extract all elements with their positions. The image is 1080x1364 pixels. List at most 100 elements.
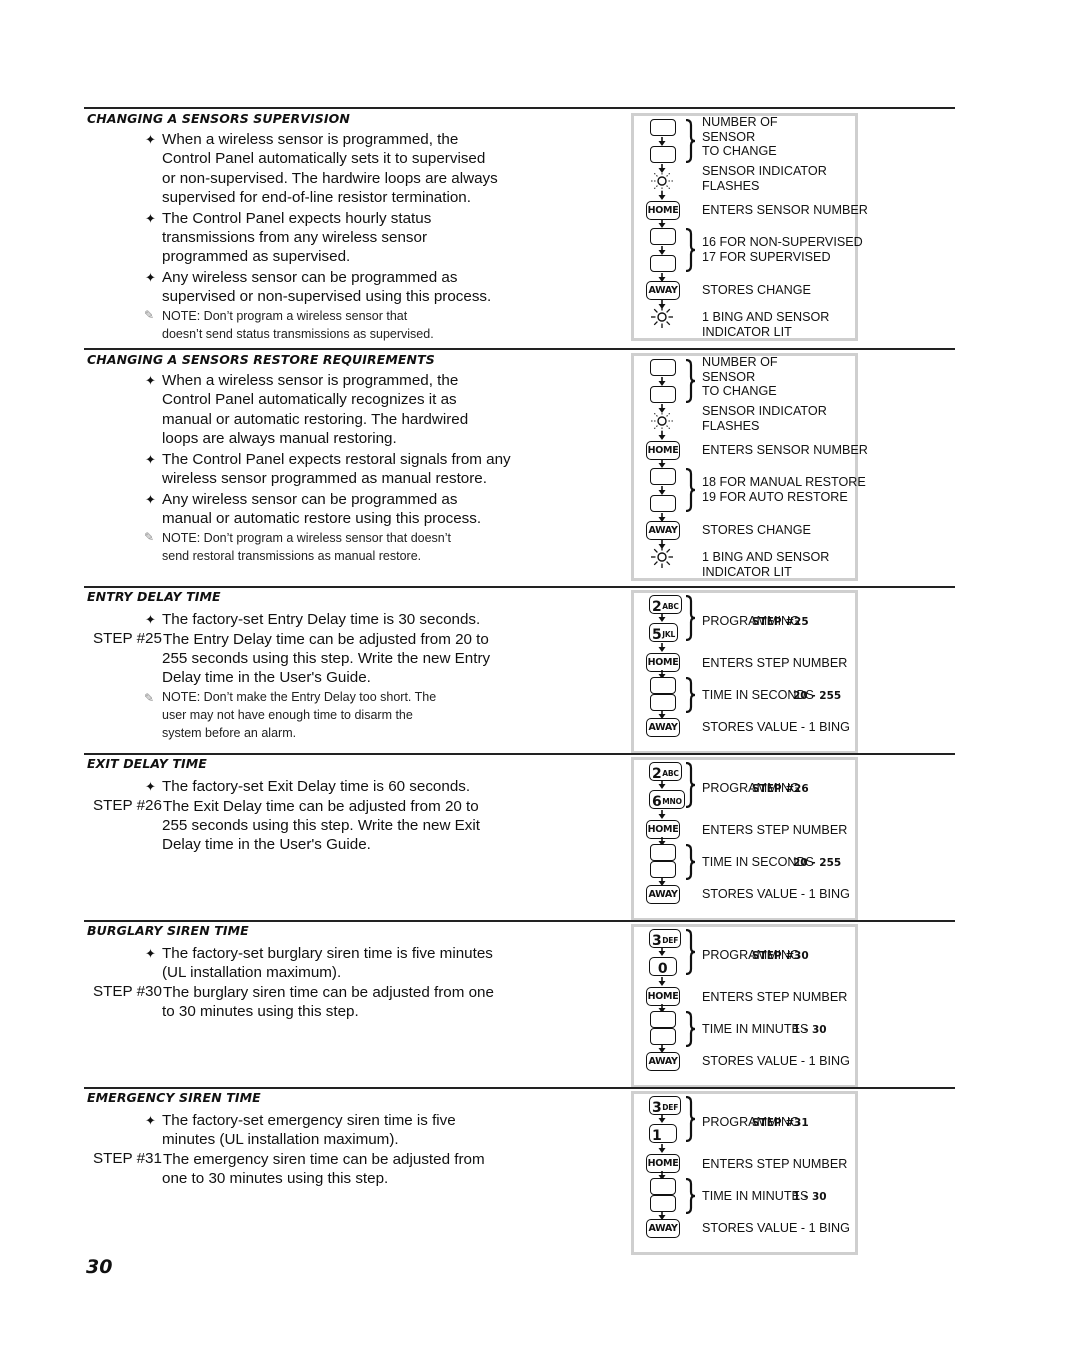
- diagram-label: ENTERS SENSOR NUMBER: [702, 443, 868, 457]
- paragraph-line: loops are always manual restoring.: [162, 429, 397, 447]
- blank-key-button[interactable]: [650, 694, 676, 711]
- home-key-button[interactable]: HOME: [646, 441, 680, 460]
- blank-key-button[interactable]: [650, 1028, 676, 1045]
- blank-key-button[interactable]: [650, 844, 676, 861]
- down-arrow-icon: [658, 613, 666, 622]
- keypad-key2-button[interactable]: 6MNO: [649, 790, 685, 810]
- blank-key-button[interactable]: [650, 1011, 676, 1028]
- blank-key-button[interactable]: [650, 1195, 676, 1212]
- paragraph-line: (UL installation maximum).: [162, 964, 342, 982]
- sensor-indicator-lit-icon: [651, 546, 673, 568]
- away-key-button[interactable]: AWAY: [646, 718, 680, 737]
- away-key-button[interactable]: AWAY: [646, 1052, 680, 1071]
- paragraph-line: The factory-set Exit Delay time is 60 se…: [162, 778, 471, 795]
- diagram-label: 18 FOR MANUAL RESTORE: [702, 475, 866, 489]
- blank-key-button[interactable]: [650, 861, 676, 878]
- brace-icon: [685, 1096, 696, 1142]
- diagram-label: 1 - 30: [793, 1024, 827, 1036]
- diagram-label: ENTERS STEP NUMBER: [702, 1157, 848, 1171]
- diagram-label: ENTERS SENSOR NUMBER: [702, 203, 868, 217]
- page-number: 30: [86, 1256, 113, 1278]
- bullet-icon: ✦: [145, 946, 156, 961]
- keypad-key1-button[interactable]: 2ABC: [649, 762, 682, 782]
- keypad-key2-button[interactable]: 5JKL: [649, 623, 679, 643]
- brace-icon: [685, 119, 696, 163]
- down-arrow-icon: [658, 947, 666, 956]
- away-key-button[interactable]: AWAY: [646, 281, 680, 300]
- diagram-label: STEP #25: [752, 616, 809, 628]
- diagram-label: SENSOR INDICATOR: [702, 404, 827, 418]
- keypad-key2-button[interactable]: 0: [649, 957, 677, 977]
- down-arrow-icon: [658, 431, 666, 440]
- blank-key-button[interactable]: [650, 359, 676, 376]
- paragraph-line: or non-supervised. The hardwire loops ar…: [162, 169, 498, 187]
- keypad-key1-button[interactable]: 3DEF: [649, 1096, 682, 1116]
- brace-icon: [685, 1178, 696, 1214]
- bullet-icon: ✦: [145, 210, 156, 226]
- diagram-label: SENSOR INDICATOR: [702, 164, 827, 178]
- key-digit: 5: [652, 627, 662, 643]
- paragraph-line: Control Panel automatically recognizes i…: [162, 391, 457, 409]
- paragraph-line: manual or automatic restore using this p…: [162, 510, 482, 528]
- diagram-label: INDICATOR LIT: [702, 564, 792, 579]
- step-number-label: STEP #30: [93, 983, 162, 1001]
- home-key-button[interactable]: HOME: [646, 201, 680, 220]
- diagram-label: 16 FOR NON-SUPERVISED: [702, 235, 863, 249]
- bullet-icon: ✦: [145, 1113, 156, 1128]
- paragraph-line: The burglary siren time can be adjusted …: [163, 984, 494, 1002]
- key-letters: DEF: [662, 1103, 679, 1112]
- diagram-label: SENSOR: [702, 129, 756, 144]
- down-arrow-icon: [658, 1144, 666, 1153]
- section-heading: BURGLARY SIREN TIME: [87, 923, 249, 938]
- key-letters: MNO: [662, 797, 682, 806]
- diagram-label: ENTERS STEP NUMBER: [702, 823, 848, 837]
- brace-icon: [685, 468, 696, 512]
- step-number-label: STEP #26: [93, 796, 162, 814]
- section-divider: [84, 1087, 955, 1089]
- away-key-button[interactable]: AWAY: [646, 521, 680, 540]
- keypad-key1-button[interactable]: 2ABC: [649, 595, 682, 615]
- blank-key-button[interactable]: [650, 495, 676, 512]
- diagram-label: TO CHANGE: [702, 384, 777, 398]
- paragraph-line: Control Panel automatically sets it to s…: [162, 150, 486, 168]
- blank-key-button[interactable]: [650, 228, 676, 245]
- down-arrow-icon: [658, 810, 666, 819]
- bullet-icon: ✦: [145, 491, 156, 507]
- note-line: NOTE: Don’t program a wireless sensor th…: [162, 309, 408, 323]
- step-number-label: STEP #25: [93, 629, 162, 647]
- paragraph-line: minutes (UL installation maximum).: [162, 1131, 399, 1149]
- down-arrow-icon: [658, 643, 666, 652]
- blank-key-button[interactable]: [650, 386, 676, 403]
- note-line: system before an alarm.: [162, 725, 297, 740]
- brace-icon: [685, 359, 696, 403]
- blank-key-button[interactable]: [650, 468, 676, 485]
- paragraph-line: Delay time in the User's Guide.: [162, 669, 371, 687]
- paragraph-line: The Control Panel expects restoral signa…: [162, 450, 511, 468]
- blank-key-button[interactable]: [650, 146, 676, 163]
- paragraph-line: transmissions from any wireless sensor: [162, 229, 428, 246]
- diagram-label: FLASHES: [702, 178, 760, 193]
- away-key-button[interactable]: AWAY: [646, 885, 680, 904]
- section-divider: [84, 753, 955, 755]
- keypad-key1-button[interactable]: 3DEF: [649, 929, 682, 949]
- key-letters: ABC: [662, 602, 679, 611]
- blank-key-button[interactable]: [650, 255, 676, 272]
- section-heading: EMERGENCY SIREN TIME: [87, 1090, 261, 1105]
- diagram-label: STORES CHANGE: [702, 523, 811, 537]
- blank-key-button[interactable]: [650, 677, 676, 694]
- note-line: doesn’t send status transmissions as sup…: [162, 326, 434, 341]
- paragraph-line: When a wireless sensor is programmed, th…: [162, 372, 459, 389]
- note-line: user may not have enough time to disarm …: [162, 707, 413, 722]
- blank-key-button[interactable]: [650, 1178, 676, 1195]
- paragraph-line: The factory-set emergency siren time is …: [162, 1112, 456, 1129]
- diagram-label: INDICATOR LIT: [702, 324, 792, 339]
- diagram-label: 1 - 30: [793, 1191, 827, 1203]
- keypad-key2-button[interactable]: 1: [649, 1124, 677, 1144]
- section-heading: CHANGING A SENSORS SUPERVISION: [87, 111, 350, 126]
- away-key-button[interactable]: AWAY: [646, 1219, 680, 1238]
- blank-key-button[interactable]: [650, 119, 676, 136]
- diagram-label: STORES VALUE - 1 BING: [702, 887, 850, 901]
- paragraph-line: Any wireless sensor can be programmed as: [162, 269, 458, 287]
- paragraph-line: manual or automatic restoring. The hardw…: [162, 410, 469, 428]
- section-divider: [84, 920, 955, 922]
